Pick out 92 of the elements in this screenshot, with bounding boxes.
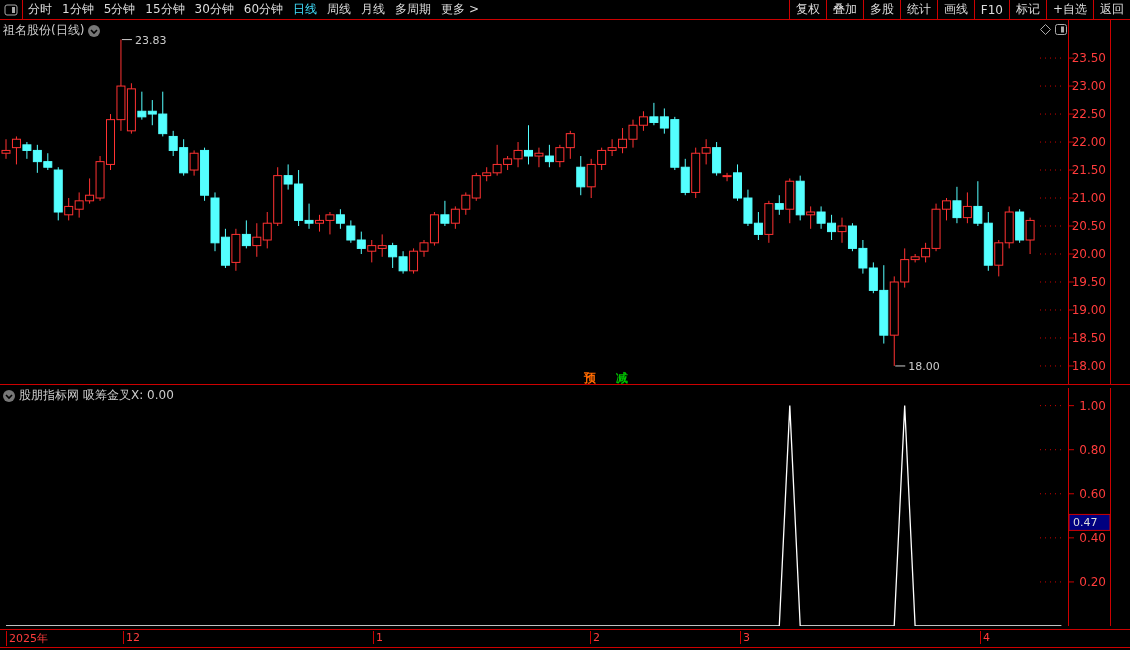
period-tab[interactable]: 分时 — [23, 0, 57, 19]
low-price-label: 18.00 — [908, 359, 940, 373]
candlestick — [858, 239, 868, 275]
candlestick — [607, 138, 617, 157]
price-axis-label: 22.00 — [1071, 135, 1106, 150]
candlestick — [398, 250, 408, 275]
toolbar-button[interactable]: 标记 — [1008, 0, 1046, 19]
price-axis-label: 20.50 — [1071, 219, 1106, 233]
value-axis-label: 0.40 — [1079, 530, 1106, 545]
candlestick — [74, 191, 84, 219]
toolbar-button[interactable]: 画线 — [936, 0, 974, 19]
date-label: 12 — [123, 631, 140, 644]
candlestick — [440, 200, 450, 227]
toolbar-button[interactable]: 叠加 — [825, 0, 863, 19]
price-axis-label: 19.50 — [1071, 275, 1106, 289]
date-label: 4 — [980, 631, 990, 644]
date-label: 3 — [740, 631, 750, 644]
candlestick — [1004, 205, 1014, 249]
candlestick — [649, 102, 659, 126]
indicator-value: 吸筹金叉X: 0.00 — [83, 387, 174, 404]
candlestick — [555, 144, 565, 168]
candlestick — [816, 205, 826, 230]
low-marker — [894, 365, 906, 367]
candlestick — [315, 214, 324, 233]
more-button[interactable]: 更多 > — [436, 0, 484, 19]
value-axis-label: 1.00 — [1079, 398, 1106, 413]
candlestick — [377, 233, 387, 258]
diamond-icon[interactable] — [1040, 24, 1051, 35]
toolbar-button[interactable]: 返回 — [1093, 0, 1130, 19]
toolbar-button[interactable]: 复权 — [788, 0, 826, 19]
candlestick — [252, 222, 262, 258]
candlestick — [618, 127, 628, 154]
value-axis-label: 0.20 — [1079, 574, 1106, 589]
toolbar-button[interactable]: +自选 — [1045, 0, 1093, 19]
date-label: 2025年 — [6, 631, 48, 646]
price-axis-label: 21.00 — [1071, 191, 1106, 205]
price-axis-label: 21.50 — [1071, 163, 1106, 178]
chevron-down-icon[interactable] — [88, 24, 101, 37]
value-axis-label: 0.60 — [1079, 486, 1106, 501]
candlestick — [962, 191, 972, 224]
candlestick — [544, 144, 554, 168]
date-label: 2 — [590, 631, 600, 644]
candlestick — [346, 219, 356, 244]
candlestick — [367, 239, 377, 263]
high-marker — [121, 39, 133, 41]
date-label: 1 — [373, 631, 383, 644]
candlestick — [837, 217, 847, 244]
period-tab[interactable]: 60分钟 — [238, 0, 289, 19]
toolbar-button[interactable]: 多股 — [862, 0, 900, 19]
period-tab[interactable]: 5分钟 — [98, 0, 141, 19]
chart-title: 祖名股份(日线) — [3, 22, 85, 39]
period-tab[interactable]: 周线 — [322, 0, 357, 19]
high-price-label: 23.83 — [134, 33, 167, 47]
candlestick — [827, 214, 837, 241]
signal-marker: 减 — [616, 371, 628, 385]
period-tab[interactable]: 30分钟 — [189, 0, 239, 19]
candlestick — [1025, 217, 1035, 255]
chevron-down-icon[interactable] — [3, 389, 15, 402]
value-axis-label: 0.80 — [1079, 442, 1106, 457]
candlestick — [628, 119, 638, 149]
price-axis-label: 22.50 — [1071, 107, 1106, 122]
candlestick — [388, 242, 398, 269]
candlestick — [973, 180, 983, 227]
period-tab[interactable]: 多周期 — [390, 0, 437, 19]
candlestick — [847, 222, 857, 252]
price-axis-label: 19.00 — [1071, 303, 1106, 317]
toolbar-button[interactable]: F10 — [973, 0, 1009, 19]
candlestick — [450, 205, 460, 230]
candlestick — [576, 155, 586, 196]
panel-toggle-icon[interactable] — [4, 3, 18, 16]
period-tab[interactable]: 1分钟 — [57, 0, 99, 19]
cursor-value-label: 0.47 — [1073, 516, 1098, 530]
period-tab[interactable]: 15分钟 — [140, 0, 190, 19]
period-tab[interactable]: 日线 — [288, 0, 323, 19]
candlestick — [325, 211, 335, 235]
panel-toggle-icon[interactable] — [1055, 24, 1067, 35]
signal-marker: 预 — [584, 371, 596, 385]
toolbar-button[interactable]: 统计 — [899, 0, 937, 19]
indicator-title: 股朋指标网 — [19, 387, 79, 404]
price-axis-label: 23.00 — [1071, 79, 1106, 94]
candlestick — [565, 130, 575, 160]
candlestick — [638, 110, 648, 132]
candlestick — [356, 231, 366, 255]
price-axis-label: 18.50 — [1071, 331, 1106, 345]
price-axis-label: 18.00 — [1071, 358, 1106, 373]
candlestick — [461, 191, 471, 216]
period-tab[interactable]: 月线 — [356, 0, 391, 19]
price-axis-label: 23.50 — [1071, 51, 1106, 66]
candlestick — [743, 189, 753, 227]
candlestick — [335, 208, 345, 230]
candlestick — [1015, 208, 1025, 244]
price-axis-label: 20.00 — [1071, 247, 1106, 261]
